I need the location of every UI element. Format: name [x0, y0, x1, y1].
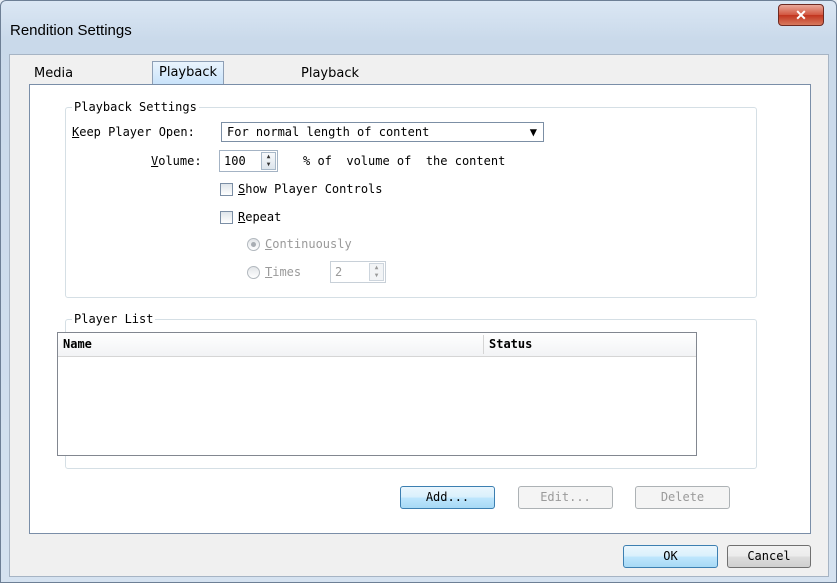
- close-button[interactable]: ✕: [778, 4, 824, 26]
- continuously-radio[interactable]: [247, 238, 260, 251]
- player-list-table[interactable]: Name Status: [57, 332, 697, 456]
- add-button[interactable]: Add...: [400, 486, 495, 509]
- times-radio[interactable]: [247, 266, 260, 279]
- title-bar[interactable]: Rendition Settings ✕: [1, 1, 836, 53]
- dialog-client-area: Media Settings Playback Settings Playbac…: [9, 54, 829, 577]
- delete-button[interactable]: Delete: [635, 486, 730, 509]
- keep-player-open-label: Keep Player Open:: [72, 125, 195, 139]
- volume-stepper[interactable]: 100 ▲ ▼: [219, 150, 278, 172]
- table-header: Name Status: [58, 333, 696, 357]
- volume-label: Volume:: [151, 154, 202, 168]
- playback-settings-panel: Playback Settings Keep Player Open: For …: [29, 84, 811, 534]
- show-player-controls-label[interactable]: Show Player Controls: [238, 182, 383, 196]
- edit-button[interactable]: Edit...: [518, 486, 613, 509]
- edit-button-label: Edit...: [540, 490, 591, 504]
- player-list-legend: Player List: [74, 312, 154, 326]
- delete-button-label: Delete: [660, 490, 705, 504]
- rendition-settings-dialog: Rendition Settings ✕ Media Settings Play…: [0, 0, 837, 583]
- times-spin-buttons[interactable]: ▲ ▼: [369, 263, 384, 281]
- playback-settings-legend: Playback Settings: [74, 100, 197, 114]
- column-header-name[interactable]: Name: [58, 333, 483, 356]
- tab-playback-settings[interactable]: Playback Settings: [152, 61, 225, 102]
- spin-down-icon[interactable]: ▼: [262, 161, 275, 169]
- spin-up-icon[interactable]: ▲: [262, 153, 275, 161]
- repeat-checkbox[interactable]: [220, 211, 233, 224]
- repeat-label[interactable]: Repeat: [238, 210, 281, 224]
- show-player-controls-checkbox[interactable]: [220, 183, 233, 196]
- chevron-down-icon: ▼: [529, 125, 537, 139]
- window-title: Rendition Settings: [10, 22, 132, 39]
- times-value: 2: [335, 265, 343, 279]
- ok-button-label: OK: [663, 549, 678, 563]
- keep-player-open-value: For normal length of content: [227, 125, 430, 139]
- close-icon: ✕: [795, 7, 807, 23]
- spin-down-icon[interactable]: ▼: [370, 272, 383, 280]
- column-header-status[interactable]: Status: [484, 333, 694, 356]
- ok-button[interactable]: OK: [623, 545, 718, 568]
- tab-playback-location[interactable]: Playback Location: [295, 64, 365, 101]
- spin-up-icon[interactable]: ▲: [370, 264, 383, 272]
- cancel-button-label: Cancel: [747, 549, 791, 563]
- cancel-button[interactable]: Cancel: [727, 545, 811, 568]
- continuously-label[interactable]: Continuously: [265, 237, 352, 251]
- tab-media-settings[interactable]: Media Settings: [28, 64, 93, 101]
- times-stepper[interactable]: 2 ▲ ▼: [330, 261, 386, 283]
- add-button-label: Add...: [425, 490, 470, 504]
- times-label[interactable]: Times: [265, 265, 301, 279]
- volume-suffix: % of volume of the content: [303, 154, 506, 168]
- volume-spin-buttons[interactable]: ▲ ▼: [261, 152, 276, 170]
- keep-player-open-dropdown[interactable]: For normal length of content ▼: [221, 122, 544, 142]
- volume-value: 100: [224, 154, 246, 168]
